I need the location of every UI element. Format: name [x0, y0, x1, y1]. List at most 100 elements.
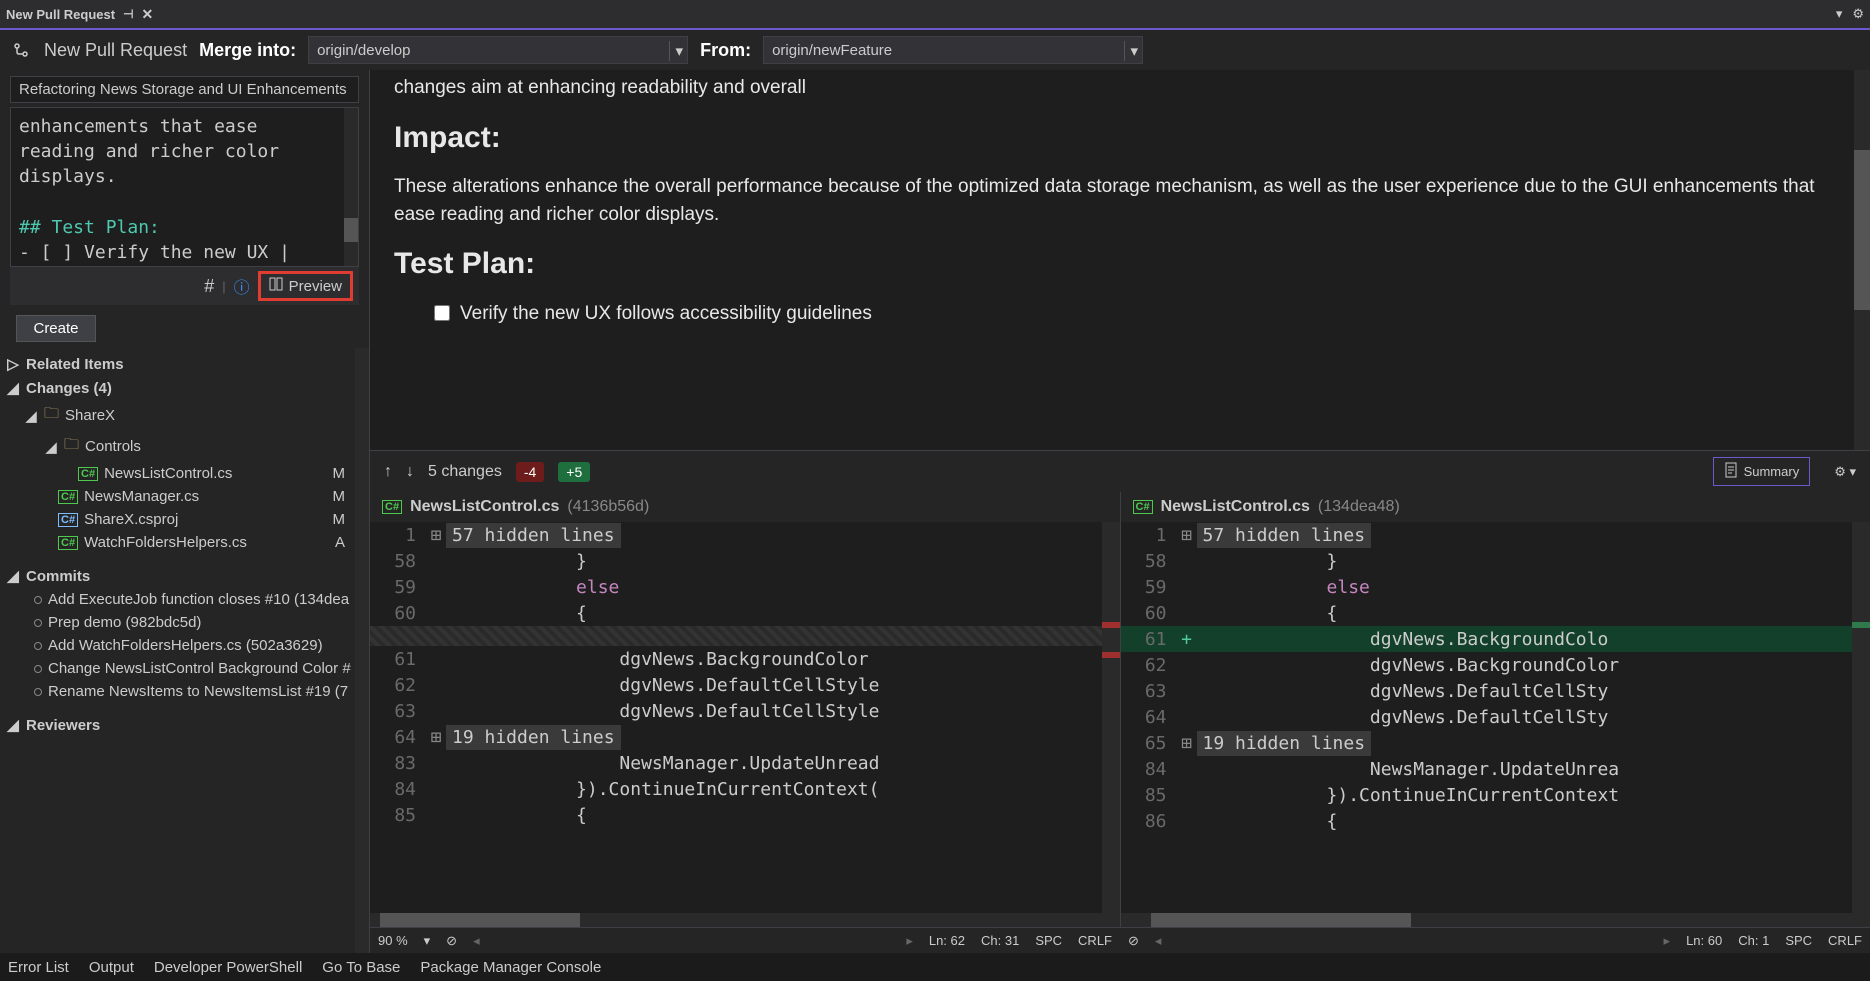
- h-scrollbar[interactable]: [370, 913, 1120, 927]
- related-items-section[interactable]: ▷ Related Items: [0, 352, 369, 376]
- file-label: NewsManager.cs: [84, 488, 199, 505]
- code-line[interactable]: 60 {: [370, 600, 1120, 626]
- no-issues-icon[interactable]: ⊘: [446, 933, 457, 949]
- minimap[interactable]: [1102, 522, 1120, 913]
- code-line[interactable]: 65⊞19 hidden lines: [1121, 730, 1870, 756]
- code-line[interactable]: 85 {: [370, 802, 1120, 828]
- code-line[interactable]: 62 dgvNews.DefaultCellStyle: [370, 672, 1120, 698]
- file-newsmanager[interactable]: C# NewsManager.cs M: [0, 485, 369, 508]
- hash-button[interactable]: #: [204, 276, 214, 297]
- folder-controls[interactable]: ◢ 🗀 Controls: [0, 431, 369, 462]
- code-line[interactable]: 60 {: [1121, 600, 1870, 626]
- from-dropdown[interactable]: origin/newFeature ▾: [763, 36, 1143, 64]
- code-line[interactable]: 85 }).ContinueInCurrentContext: [1121, 782, 1870, 808]
- prev-change-icon[interactable]: ↑: [384, 463, 392, 481]
- zoom-level[interactable]: 90 %: [378, 933, 408, 948]
- left-panel: Refactoring News Storage and UI Enhancem…: [0, 70, 370, 953]
- commit-item[interactable]: Add ExecuteJob function closes #10 (134d…: [0, 588, 369, 611]
- preview-button[interactable]: Preview: [258, 271, 353, 301]
- desc-text: displays.: [19, 166, 117, 187]
- folder-sharex[interactable]: ◢ 🗀 ShareX: [0, 400, 369, 431]
- h-scrollbar[interactable]: [1121, 913, 1870, 927]
- diff-settings-icon[interactable]: ⚙ ▾: [1834, 464, 1856, 480]
- code-left[interactable]: 1⊞57 hidden lines58 }59 else60 { 61 dgvNe…: [370, 522, 1120, 913]
- pin-icon[interactable]: ⊣: [123, 7, 133, 21]
- status-item-output[interactable]: Output: [89, 959, 134, 976]
- code-line[interactable]: 1⊞57 hidden lines: [1121, 522, 1870, 548]
- indent-info[interactable]: SPC: [1035, 933, 1062, 948]
- minimap[interactable]: [1852, 522, 1870, 913]
- commit-item[interactable]: Change NewsListControl Background Color …: [0, 657, 369, 680]
- create-button[interactable]: Create: [16, 315, 96, 342]
- merge-into-dropdown[interactable]: origin/develop ▾: [308, 36, 688, 64]
- file-watchfolders[interactable]: C# WatchFoldersHelpers.cs A: [0, 531, 369, 554]
- pr-description-textarea[interactable]: enhancements that ease reading and riche…: [10, 107, 359, 267]
- folder-icon: 🗀: [64, 434, 79, 459]
- code-right[interactable]: 1⊞57 hidden lines58 }59 else60 {61+ dgvN…: [1121, 522, 1870, 913]
- code-line[interactable]: 63 dgvNews.DefaultCellStyle: [370, 698, 1120, 724]
- changes-section[interactable]: ◢ Changes (4): [0, 376, 369, 400]
- line-info[interactable]: Ln: 62: [929, 933, 965, 948]
- code-line[interactable]: 59 else: [1121, 574, 1870, 600]
- code-line[interactable]: 59 else: [370, 574, 1120, 600]
- status-item-errorlist[interactable]: Error List: [8, 959, 69, 976]
- pr-header: New Pull Request Merge into: origin/deve…: [0, 30, 1870, 70]
- code-line[interactable]: 61+ dgvNews.BackgroundColo: [1121, 626, 1870, 652]
- settings-gear-icon[interactable]: ⚙: [1852, 6, 1864, 22]
- desc-checklist: - [ ] Verify the new UX |: [19, 242, 290, 263]
- chevron-down-icon: ▾: [1124, 41, 1139, 61]
- csharp-icon: C#: [1133, 500, 1153, 514]
- code-line[interactable]: 1⊞57 hidden lines: [370, 522, 1120, 548]
- code-line[interactable]: 62 dgvNews.BackgroundColor: [1121, 652, 1870, 678]
- zoom-dropdown-icon[interactable]: ▾: [424, 933, 431, 949]
- code-line[interactable]: 84 NewsManager.UpdateUnrea: [1121, 756, 1870, 782]
- status-item-powershell[interactable]: Developer PowerShell: [154, 959, 302, 976]
- commits-section[interactable]: ◢ Commits: [0, 564, 369, 588]
- scrollbar[interactable]: [355, 348, 369, 953]
- code-line[interactable]: 86 {: [1121, 808, 1870, 834]
- code-line[interactable]: 83 NewsManager.UpdateUnread: [370, 750, 1120, 776]
- scrollbar[interactable]: [1854, 70, 1870, 450]
- collapse-icon: ◢: [6, 567, 20, 585]
- file-hash: (134dea48): [1318, 498, 1400, 516]
- code-line[interactable]: 84 }).ContinueInCurrentContext(: [370, 776, 1120, 802]
- file-csproj[interactable]: C# ShareX.csproj M: [0, 508, 369, 531]
- dropdown-icon[interactable]: ▾: [1836, 6, 1843, 22]
- merge-into-label: Merge into:: [199, 40, 296, 61]
- code-line[interactable]: 63 dgvNews.DefaultCellSty: [1121, 678, 1870, 704]
- eol-info[interactable]: CRLF: [1078, 933, 1112, 948]
- status-item-pmc[interactable]: Package Manager Console: [420, 959, 601, 976]
- col-info[interactable]: Ch: 31: [981, 933, 1019, 948]
- code-line[interactable]: 58 }: [370, 548, 1120, 574]
- document-icon: [1724, 462, 1738, 481]
- preview-icon: [269, 277, 283, 295]
- info-icon[interactable]: ⓘ: [234, 274, 250, 298]
- commit-label: Add WatchFoldersHelpers.cs (502a3629): [48, 637, 323, 654]
- next-change-icon[interactable]: ↓: [406, 463, 414, 481]
- scrollbar[interactable]: [344, 108, 358, 266]
- summary-button[interactable]: Summary: [1713, 457, 1811, 486]
- code-line[interactable]: 64⊞19 hidden lines: [370, 724, 1120, 750]
- col-info[interactable]: Ch: 1: [1738, 933, 1769, 948]
- desc-text: reading and richer color: [19, 141, 279, 162]
- csharp-icon: C#: [58, 536, 78, 550]
- file-hash: (4136b56d): [567, 498, 649, 516]
- preview-paragraph: changes aim at enhancing readability and…: [394, 74, 1846, 102]
- indent-info[interactable]: SPC: [1785, 933, 1812, 948]
- status-item-gotobase[interactable]: Go To Base: [322, 959, 400, 976]
- pr-title-input[interactable]: Refactoring News Storage and UI Enhancem…: [10, 76, 359, 103]
- code-line[interactable]: 58 }: [1121, 548, 1870, 574]
- eol-info[interactable]: CRLF: [1828, 933, 1862, 948]
- commit-item[interactable]: Add WatchFoldersHelpers.cs (502a3629): [0, 634, 369, 657]
- close-tab-icon[interactable]: ✕: [142, 6, 154, 23]
- code-line[interactable]: 61 dgvNews.BackgroundColor: [370, 646, 1120, 672]
- line-info[interactable]: Ln: 60: [1686, 933, 1722, 948]
- commit-item[interactable]: Prep demo (982bdc5d): [0, 611, 369, 634]
- commit-item[interactable]: Rename NewsItems to NewsItemsList #19 (7: [0, 680, 369, 703]
- file-newslistcontrol[interactable]: C# NewsListControl.cs M: [0, 462, 369, 485]
- preview-checkbox[interactable]: [434, 305, 450, 321]
- no-issues-icon[interactable]: ⊘: [1128, 933, 1139, 949]
- code-line[interactable]: 64 dgvNews.DefaultCellSty: [1121, 704, 1870, 730]
- reviewers-section[interactable]: ◢ Reviewers: [0, 713, 369, 737]
- code-line[interactable]: [370, 626, 1120, 646]
